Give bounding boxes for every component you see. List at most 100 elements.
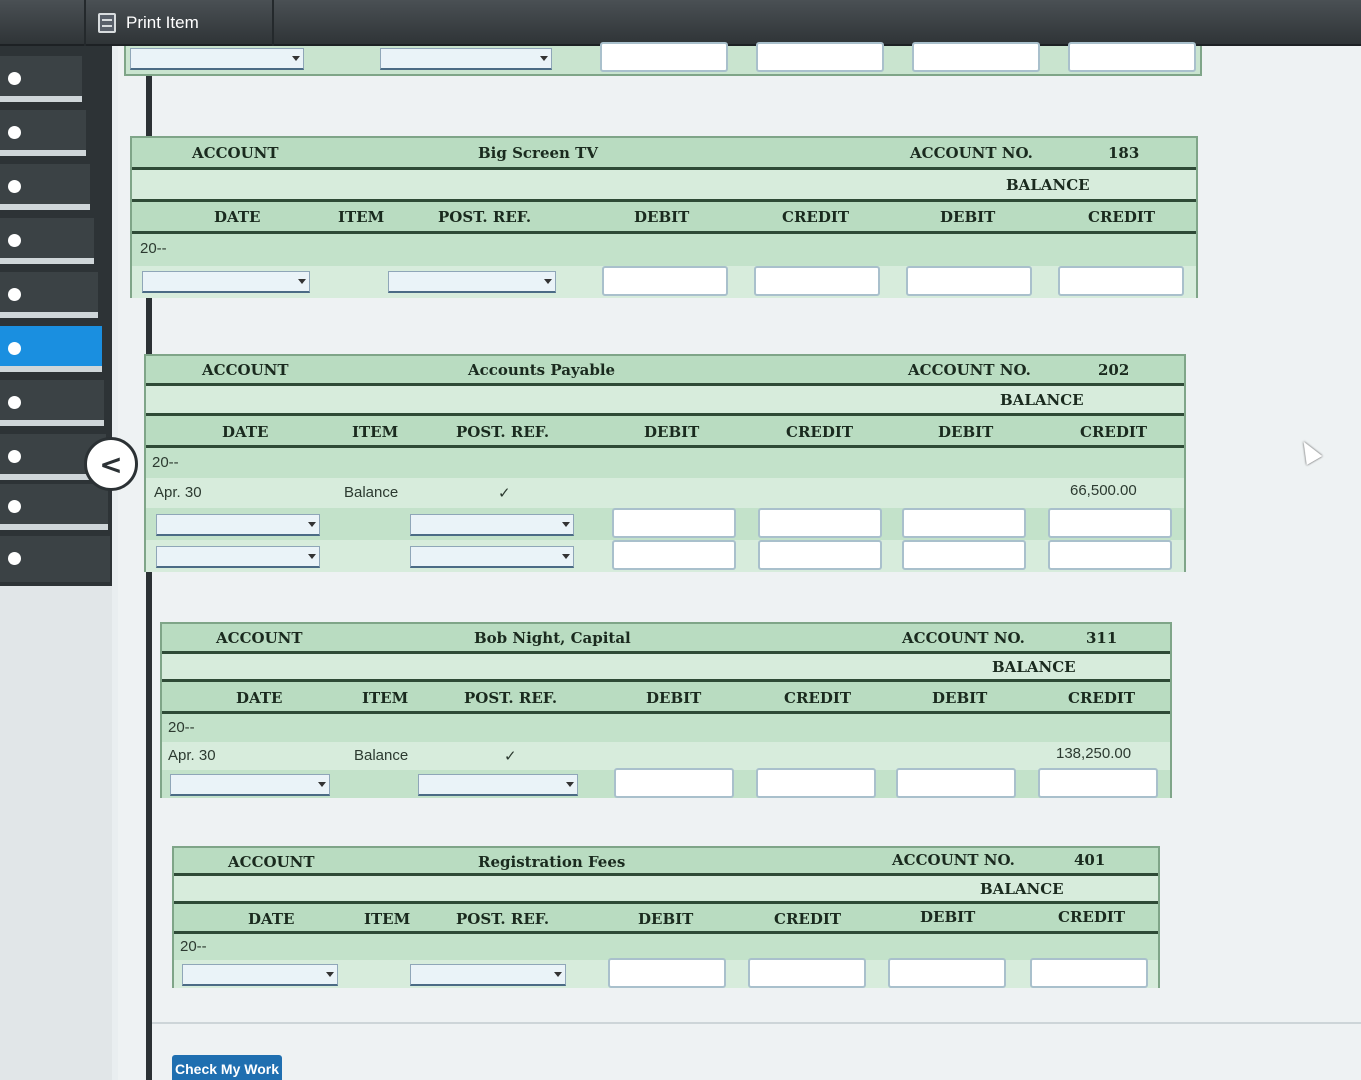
balance-header-row: BALANCE — [162, 654, 1170, 682]
account-label: ACCOUNT — [192, 144, 279, 162]
debit-input[interactable] — [602, 266, 728, 296]
post-ref-select[interactable] — [388, 271, 556, 293]
dropdown-arrow-icon — [562, 522, 570, 527]
nav-item-9[interactable] — [0, 484, 108, 530]
balance-debit-input[interactable] — [888, 958, 1006, 988]
collapse-nav-button[interactable]: < — [84, 437, 138, 491]
credit-header: CREDIT — [786, 423, 854, 441]
item-header: ITEM — [362, 689, 409, 707]
balance-label: BALANCE — [1000, 391, 1084, 409]
nav-item-10[interactable] — [0, 536, 110, 582]
balance-debit-input[interactable] — [912, 42, 1040, 72]
debit-input[interactable] — [612, 540, 736, 570]
ledger-title-row: ACCOUNT Accounts Payable ACCOUNT NO. 202 — [146, 356, 1184, 386]
balance-credit-input[interactable] — [1030, 958, 1148, 988]
item-select[interactable] — [380, 48, 552, 70]
credit-input[interactable] — [756, 42, 884, 72]
entry-row — [162, 768, 1170, 798]
column-header-row: DATE ITEM POST. REF. DEBIT CREDIT DEBIT … — [146, 416, 1184, 448]
date-select[interactable] — [130, 48, 304, 70]
account-number: 183 — [1108, 144, 1140, 162]
year-row: 20-- — [174, 934, 1158, 960]
post-ref-select[interactable] — [410, 514, 574, 536]
balance-credit-input[interactable] — [1068, 42, 1196, 72]
balance-header-row: BALANCE — [174, 876, 1158, 904]
dropdown-arrow-icon — [540, 56, 548, 61]
nav-item-2[interactable] — [0, 110, 86, 156]
credit-input[interactable] — [748, 958, 866, 988]
balance-credit-input[interactable] — [1038, 768, 1158, 798]
year-row: 20-- — [162, 714, 1170, 742]
column-header-row: DATE ITEM POST. REF. DEBIT CREDIT DEBIT … — [162, 682, 1170, 714]
ledger-title-row: ACCOUNT Big Screen TV ACCOUNT NO. 183 — [132, 138, 1196, 170]
entry-item: Balance — [344, 484, 399, 501]
post-ref-select[interactable] — [410, 964, 566, 986]
balance-label: BALANCE — [1006, 176, 1090, 194]
top-toolbar: Print Item — [0, 0, 1361, 46]
date-select[interactable] — [156, 514, 320, 536]
date-select[interactable] — [156, 546, 320, 568]
balance-debit-header: DEBIT — [920, 908, 976, 926]
account-number: 202 — [1098, 361, 1130, 379]
balance-label: BALANCE — [992, 658, 1076, 676]
account-label: ACCOUNT — [228, 853, 315, 871]
debit-header: DEBIT — [646, 689, 702, 707]
print-item-button[interactable]: Print Item — [90, 0, 274, 46]
credit-input[interactable] — [754, 266, 880, 296]
balance-header-row: BALANCE — [132, 170, 1196, 202]
post-ref-header: POST. REF. — [464, 689, 558, 707]
balance-debit-input[interactable] — [906, 266, 1032, 296]
nav-dot-icon — [8, 72, 21, 85]
account-label: ACCOUNT — [202, 361, 289, 379]
debit-input[interactable] — [614, 768, 734, 798]
date-select[interactable] — [182, 964, 338, 986]
account-label: ACCOUNT — [216, 629, 303, 647]
entry-credit-balance: 66,500.00 — [1070, 482, 1137, 499]
nav-item-6[interactable] — [0, 326, 102, 372]
credit-input[interactable] — [758, 508, 882, 538]
nav-dot-icon — [8, 288, 21, 301]
nav-item-1[interactable] — [0, 56, 82, 102]
nav-item-7[interactable] — [0, 380, 104, 426]
account-no-label: ACCOUNT NO. — [902, 629, 1025, 647]
debit-input[interactable] — [612, 508, 736, 538]
balance-debit-input[interactable] — [902, 540, 1026, 570]
date-header: DATE — [222, 423, 269, 441]
post-ref-select[interactable] — [410, 546, 574, 568]
balance-credit-input[interactable] — [1058, 266, 1184, 296]
balance-credit-input[interactable] — [1048, 540, 1172, 570]
date-select[interactable] — [142, 271, 310, 293]
nav-dot-icon — [8, 342, 21, 355]
entry-row — [174, 958, 1158, 988]
year-row: 20-- — [132, 234, 1196, 266]
balance-credit-input[interactable] — [1048, 508, 1172, 538]
ledger-accounts-payable: ACCOUNT Accounts Payable ACCOUNT NO. 202… — [144, 354, 1186, 572]
nav-item-5[interactable] — [0, 272, 98, 318]
print-item-label: Print Item — [126, 13, 199, 32]
year-text: 20-- — [168, 719, 195, 736]
credit-input[interactable] — [758, 540, 882, 570]
check-my-work-button[interactable]: Check My Work — [172, 1055, 282, 1080]
account-number: 311 — [1086, 629, 1118, 647]
post-ref-header: POST. REF. — [456, 423, 550, 441]
chevron-left-icon: < — [99, 447, 123, 481]
item-header: ITEM — [364, 910, 411, 928]
ledger-title-row: ACCOUNT Registration Fees ACCOUNT NO. 40… — [174, 848, 1158, 876]
nav-dot-icon — [8, 450, 21, 463]
balance-debit-header: DEBIT — [938, 423, 994, 441]
balance-credit-header: CREDIT — [1080, 423, 1148, 441]
debit-input[interactable] — [608, 958, 726, 988]
post-ref-select[interactable] — [418, 774, 578, 796]
dropdown-arrow-icon — [326, 972, 334, 977]
balance-credit-header: CREDIT — [1058, 908, 1126, 926]
credit-header: CREDIT — [774, 910, 842, 928]
balance-debit-input[interactable] — [902, 508, 1026, 538]
entry-date: Apr. 30 — [168, 747, 216, 764]
nav-item-3[interactable] — [0, 164, 90, 210]
date-select[interactable] — [170, 774, 330, 796]
credit-input[interactable] — [756, 768, 876, 798]
debit-input[interactable] — [600, 42, 728, 72]
nav-item-4[interactable] — [0, 218, 94, 264]
dropdown-arrow-icon — [566, 782, 574, 787]
balance-debit-input[interactable] — [896, 768, 1016, 798]
